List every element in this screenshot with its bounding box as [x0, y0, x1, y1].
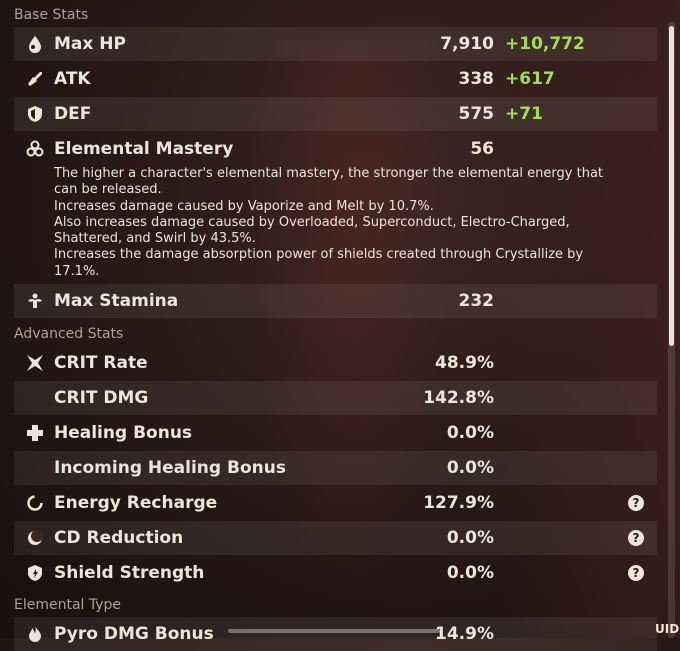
description-line: Increases damage caused by Vaporize and … — [54, 198, 434, 214]
stat-value: 0.0% — [446, 423, 494, 443]
stat-row-def: DEF 575 +71 — [14, 97, 657, 131]
stat-row-healing-bonus: Healing Bonus 0.0% — [14, 416, 657, 450]
stat-label: Energy Recharge — [54, 493, 218, 513]
help-icon[interactable]: ? — [628, 530, 644, 546]
stat-label: Elemental Mastery — [54, 139, 234, 159]
attributes-panel: Base Stats Max HP 7,910 +10,772 ATK 338 … — [0, 0, 668, 651]
stat-label: Max HP — [54, 34, 126, 54]
stat-label: CRIT DMG — [54, 388, 149, 408]
stat-value: 142.8% — [423, 388, 494, 408]
stat-row-max-hp: Max HP 7,910 +10,772 — [14, 27, 657, 61]
stamina-icon — [24, 290, 46, 312]
stat-label: Pyro DMG Bonus — [54, 624, 214, 644]
shield-icon — [24, 103, 46, 125]
help-icon[interactable]: ? — [628, 495, 644, 511]
stat-label: ATK — [54, 69, 91, 89]
stat-bonus: +71 — [505, 104, 543, 124]
stat-value: 48.9% — [435, 353, 494, 373]
stat-value: 0.0% — [446, 528, 494, 548]
section-title-advanced-stats: Advanced Stats — [14, 326, 124, 342]
bottom-progress-line — [228, 629, 440, 633]
stat-bonus: +617 — [505, 69, 555, 89]
stat-row-incoming-healing-bonus: Incoming Healing Bonus 0.0% — [14, 451, 657, 485]
stat-value: 575 — [458, 104, 495, 124]
stat-value: 338 — [458, 69, 495, 89]
description-line: The higher a character's elemental maste… — [54, 166, 604, 181]
stat-bonus: +10,772 — [505, 34, 585, 54]
stat-row-cd-reduction: CD Reduction 0.0% ? — [14, 521, 657, 555]
stat-value: 14.9% — [435, 624, 494, 644]
stat-label: Incoming Healing Bonus — [54, 458, 286, 478]
description-line: can be released. — [54, 182, 162, 198]
description-line: Increases the damage absorption power of… — [54, 247, 584, 263]
shield-strength-icon — [24, 562, 46, 584]
stat-label: Healing Bonus — [54, 423, 193, 443]
stat-row-shield-strength: Shield Strength 0.0% ? — [14, 556, 657, 590]
stat-row-pyro-dmg-bonus: Pyro DMG Bonus 14.9% — [14, 617, 657, 651]
stat-value: 0.0% — [446, 563, 494, 583]
pyro-icon — [24, 623, 46, 645]
stat-value: 127.9% — [423, 493, 494, 513]
stat-value: 0.0% — [446, 458, 494, 478]
crit-rate-icon — [24, 352, 46, 374]
stat-label: DEF — [54, 104, 92, 124]
cd-reduction-icon — [24, 527, 46, 549]
stat-label: Max Stamina — [54, 291, 179, 311]
section-title-elemental-type: Elemental Type — [14, 597, 122, 613]
energy-recharge-icon — [24, 492, 46, 514]
stat-row-atk: ATK 338 +617 — [14, 62, 657, 96]
stat-row-energy-recharge: Energy Recharge 127.9% ? — [14, 486, 657, 520]
sword-icon — [24, 68, 46, 90]
hp-drop-icon — [24, 33, 46, 55]
stat-row-crit-dmg: CRIT DMG 142.8% — [14, 381, 657, 415]
stat-value: 232 — [458, 291, 495, 311]
section-title-base-stats: Base Stats — [14, 7, 89, 23]
stat-label: CD Reduction — [54, 528, 184, 548]
stat-label: CRIT Rate — [54, 353, 148, 373]
description-line: Shattered, and Swirl by 43.5%. — [54, 231, 256, 247]
stat-row-crit-rate: CRIT Rate 48.9% — [14, 346, 657, 380]
description-line: 17.1%. — [54, 263, 100, 279]
uid-label: UID: — [655, 622, 680, 636]
elemental-mastery-description: The higher a character's elemental maste… — [54, 166, 634, 280]
scrollbar-thumb[interactable] — [669, 26, 674, 346]
mastery-icon — [24, 138, 46, 160]
stat-value: 7,910 — [440, 34, 494, 54]
stat-label: Shield Strength — [54, 563, 205, 583]
stat-row-max-stamina: Max Stamina 232 — [14, 284, 657, 318]
stat-row-elemental-mastery[interactable]: Elemental Mastery 56 — [14, 132, 657, 166]
help-icon[interactable]: ? — [628, 565, 644, 581]
healing-cross-icon — [24, 422, 46, 444]
description-line: Also increases damage caused by Overload… — [54, 214, 570, 230]
stat-value: 56 — [470, 139, 494, 159]
